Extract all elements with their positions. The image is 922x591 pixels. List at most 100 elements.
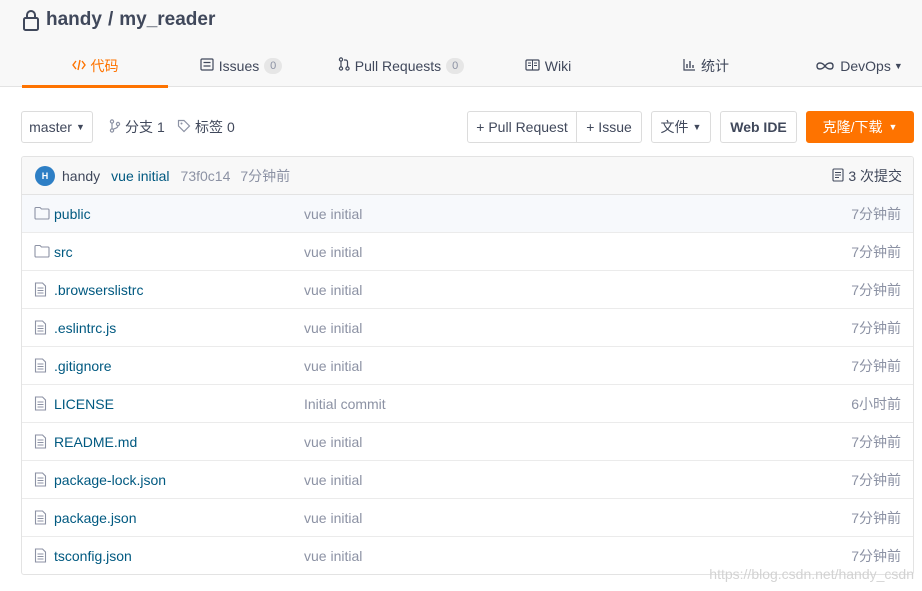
repo-toolbar: master ▼ 分支 1 标签 0 + Pull Request + Issu…: [21, 111, 914, 143]
file-icon: [34, 472, 50, 488]
chevron-down-icon: ▼: [888, 122, 898, 132]
new-actions-group: + Pull Request + Issue: [467, 111, 642, 143]
commit-sha-link[interactable]: 73f0c14: [181, 168, 231, 184]
web-ide-button[interactable]: Web IDE: [720, 111, 797, 143]
file-commit-time: 7分钟前: [851, 471, 901, 488]
file-icon: [34, 434, 50, 450]
branch-count-link[interactable]: 分支 1: [109, 111, 165, 143]
file-name-link[interactable]: .eslintrc.js: [54, 320, 116, 336]
file-name-link[interactable]: LICENSE: [54, 396, 114, 412]
tab-issues[interactable]: Issues 0: [168, 44, 314, 87]
file-name-link[interactable]: src: [54, 244, 73, 260]
branch-select-label: master: [29, 119, 72, 135]
devops-icon: [815, 58, 835, 74]
file-commit-time: 7分钟前: [851, 281, 901, 298]
branch-label: 分支: [125, 119, 153, 135]
folder-icon: [34, 244, 50, 260]
file-name-link[interactable]: package.json: [54, 510, 137, 526]
tab-stats[interactable]: 统计: [608, 44, 804, 87]
avatar[interactable]: H: [35, 165, 55, 186]
code-icon: [71, 58, 86, 74]
chevron-down-icon: ▼: [75, 122, 85, 132]
file-icon: [34, 358, 50, 374]
file-commit-message[interactable]: vue initial: [304, 282, 362, 298]
commit-author-link[interactable]: handy: [62, 168, 100, 184]
tab-code-label: 代码: [90, 57, 119, 74]
file-commit-message[interactable]: vue initial: [304, 244, 362, 260]
file-row[interactable]: package-lock.json vue initial 7分钟前: [22, 461, 913, 499]
file-commit-time: 7分钟前: [851, 319, 901, 336]
file-name-link[interactable]: .browserslistrc: [54, 282, 143, 298]
clone-download-button[interactable]: 克隆/下载 ▼: [806, 111, 914, 143]
file-name-link[interactable]: tsconfig.json: [54, 548, 132, 564]
repo-owner-link[interactable]: handy: [46, 9, 102, 31]
issues-icon: [200, 57, 214, 74]
file-row[interactable]: public vue initial 7分钟前: [22, 195, 913, 233]
file-name-link[interactable]: public: [54, 206, 91, 222]
tab-wiki-label: Wiki: [544, 57, 572, 74]
file-commit-message[interactable]: vue initial: [304, 548, 362, 564]
tab-pull-requests[interactable]: Pull Requests 0: [314, 44, 488, 87]
latest-commit-bar: H handy vue initial 73f0c14 7分钟前 3 次提交: [22, 157, 913, 195]
tab-devops-label: DevOps: [840, 57, 891, 74]
tab-pull-requests-label: Pull Requests: [354, 57, 442, 74]
file-commit-time: 7分钟前: [851, 357, 901, 374]
file-commit-message[interactable]: vue initial: [304, 358, 362, 374]
tab-code[interactable]: 代码: [22, 44, 168, 88]
repo-tabs: 代码 Issues 0 Pull Requests 0 Wiki 统计 DevO…: [22, 44, 914, 88]
branch-count: 1: [157, 119, 165, 135]
commit-message-link[interactable]: vue initial: [111, 168, 169, 184]
file-row[interactable]: .gitignore vue initial 7分钟前: [22, 347, 913, 385]
tab-wiki[interactable]: Wiki: [488, 44, 608, 87]
file-commit-time: 7分钟前: [851, 509, 901, 526]
file-row[interactable]: README.md vue initial 7分钟前: [22, 423, 913, 461]
file-list: H handy vue initial 73f0c14 7分钟前 3 次提交 p…: [21, 156, 914, 575]
file-icon: [34, 320, 50, 336]
file-row[interactable]: .eslintrc.js vue initial 7分钟前: [22, 309, 913, 347]
file-commit-message[interactable]: vue initial: [304, 434, 362, 450]
file-name-link[interactable]: package-lock.json: [54, 472, 166, 488]
file-name-link[interactable]: README.md: [54, 434, 137, 450]
commit-time: 7分钟前: [240, 167, 291, 184]
clone-download-label: 克隆/下载: [822, 119, 883, 135]
tag-label: 标签: [195, 119, 223, 135]
repo-title: handy / my_reader: [22, 8, 215, 32]
commits-icon: [832, 167, 844, 185]
new-pull-request-button[interactable]: + Pull Request: [468, 112, 577, 142]
file-row[interactable]: package.json vue initial 7分钟前: [22, 499, 913, 537]
tab-devops[interactable]: DevOps ▼: [804, 44, 914, 87]
branch-icon: [109, 118, 121, 136]
file-commit-time: 6小时前: [851, 395, 901, 412]
branch-select[interactable]: master ▼: [21, 111, 93, 143]
file-name-link[interactable]: .gitignore: [54, 358, 112, 374]
file-commit-message[interactable]: Initial commit: [304, 396, 386, 412]
file-commit-message[interactable]: vue initial: [304, 320, 362, 336]
new-issue-button[interactable]: + Issue: [577, 112, 641, 142]
chevron-down-icon: ▼: [692, 122, 702, 132]
tab-stats-label: 统计: [701, 57, 729, 74]
watermark: https://blog.csdn.net/handy_csdn: [709, 566, 914, 582]
commit-count-link[interactable]: 3 次提交: [832, 157, 902, 195]
file-commit-time: 7分钟前: [851, 243, 901, 260]
pull-requests-count-badge: 0: [446, 57, 465, 74]
file-icon: [34, 282, 50, 298]
file-icon: [34, 510, 50, 526]
file-menu-button[interactable]: 文件 ▼: [651, 111, 711, 143]
folder-icon: [34, 206, 50, 222]
file-row[interactable]: .browserslistrc vue initial 7分钟前: [22, 271, 913, 309]
repo-separator: /: [107, 9, 114, 30]
file-row[interactable]: src vue initial 7分钟前: [22, 233, 913, 271]
tab-issues-label: Issues: [218, 57, 260, 74]
repo-name-link[interactable]: my_reader: [119, 9, 215, 31]
file-commit-message[interactable]: vue initial: [304, 206, 362, 222]
file-commit-message[interactable]: vue initial: [304, 510, 362, 526]
tag-count-link[interactable]: 标签 0: [177, 111, 235, 143]
file-commit-time: 7分钟前: [851, 433, 901, 450]
file-commit-message[interactable]: vue initial: [304, 472, 362, 488]
issues-count-badge: 0: [264, 57, 283, 74]
chart-icon: [683, 58, 696, 74]
tag-count: 0: [227, 119, 235, 135]
wiki-icon: [525, 58, 540, 74]
file-row[interactable]: LICENSE Initial commit 6小时前: [22, 385, 913, 423]
commit-count-text: 3 次提交: [848, 168, 902, 184]
